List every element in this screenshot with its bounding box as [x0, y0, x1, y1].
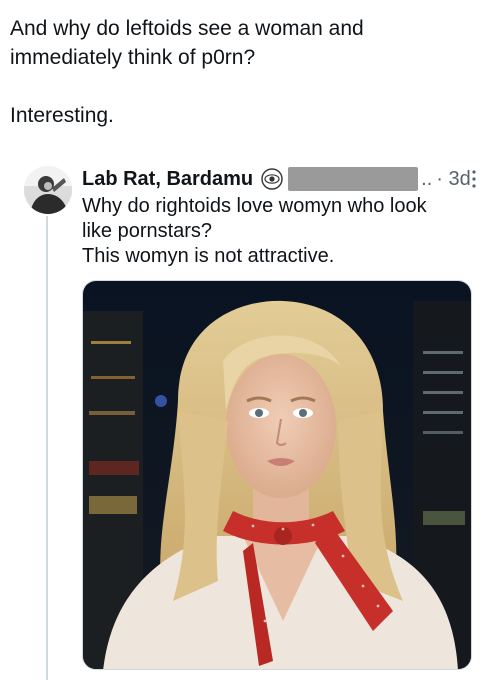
handle-tail: .. — [421, 168, 433, 190]
reply-header: Lab Rat, Bardamu .. · 3d — [82, 166, 487, 192]
portrait-image — [83, 281, 471, 669]
reply-text: Why do rightoids love womyn who look lik… — [82, 194, 482, 269]
reply-text-line: like pornstars? — [82, 220, 213, 242]
eye-icon — [261, 168, 283, 190]
reply-text-line: This womyn is not attractive. — [82, 245, 335, 267]
post-text-line: And why do leftoids see a woman and — [10, 17, 364, 40]
post-text-line: Interesting. — [10, 104, 114, 127]
post-text: And why do leftoids see a woman and imme… — [10, 14, 480, 130]
avatar-photo — [24, 166, 72, 214]
thread-connector-line — [46, 216, 48, 680]
redacted-handle — [288, 167, 419, 191]
more-dots-icon[interactable] — [463, 168, 485, 190]
post-text-line: immediately think of p0rn? — [10, 46, 256, 69]
reply-text-line: Why do rightoids love womyn who look — [82, 195, 427, 217]
avatar[interactable] — [24, 166, 72, 214]
display-name[interactable]: Lab Rat, Bardamu — [82, 166, 253, 192]
attached-photo[interactable] — [82, 280, 472, 670]
